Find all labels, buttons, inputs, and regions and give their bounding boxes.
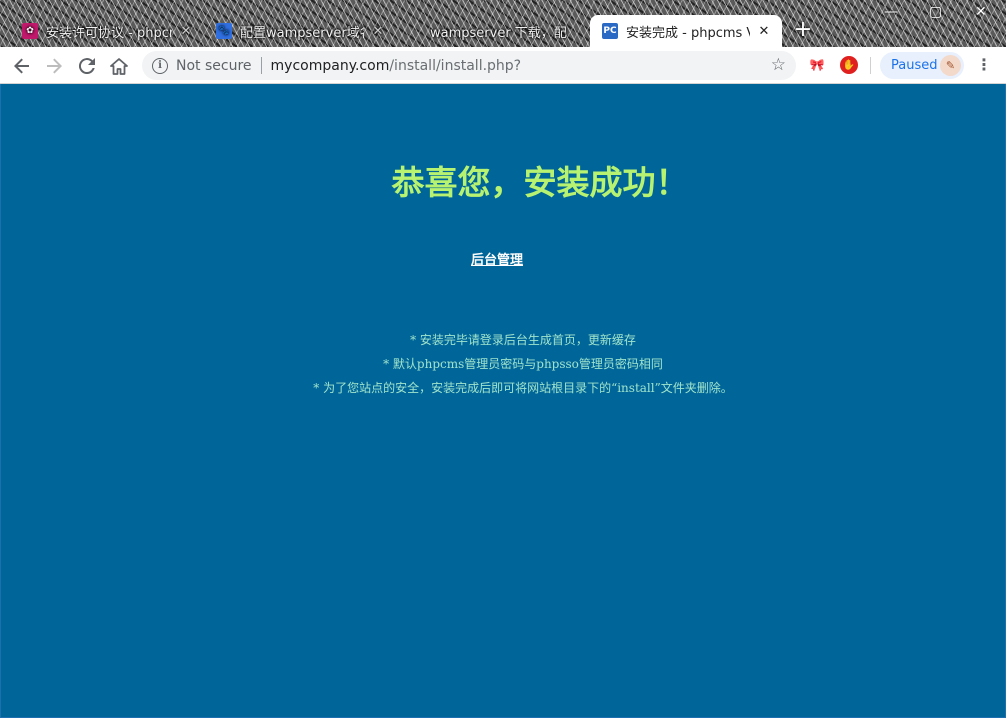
- back-arrow-icon[interactable]: [8, 52, 36, 80]
- note-item: * 安装完毕请登录后台生成首页，更新缓存: [410, 333, 636, 347]
- close-icon[interactable]: ✕: [756, 24, 772, 39]
- more-menu-icon[interactable]: ⋮: [975, 55, 993, 75]
- url-host[interactable]: mycompany.com: [271, 58, 390, 74]
- minimize-icon[interactable]: —: [884, 4, 898, 20]
- address-bar[interactable]: i Not secure mycompany.com/install/insta…: [142, 51, 796, 80]
- tab-wamp-download[interactable]: wampserver 下载，配: [396, 15, 588, 47]
- window-close-icon[interactable]: ✕: [975, 4, 987, 20]
- profile-paused-button[interactable]: Paused ✎: [880, 52, 964, 79]
- page-title: 恭喜您，安装成功！: [391, 163, 689, 202]
- reload-icon[interactable]: [73, 52, 101, 80]
- tab-title: 配置wampserver域名: [240, 25, 364, 41]
- tab-license[interactable]: ✿ 安装许可协议 - phpcm ✕: [10, 15, 204, 47]
- tab-title: 安装许可协议 - phpcm: [46, 25, 172, 41]
- tab-wamp-domain[interactable]: 🐾 配置wampserver域名 ✕: [204, 15, 396, 47]
- toolbar-divider: [870, 57, 871, 74]
- info-icon[interactable]: i: [152, 57, 168, 74]
- forward-arrow-icon[interactable]: [40, 52, 68, 80]
- note-item: * 默认phpcms管理员密码与phpsso管理员密码相同: [383, 357, 663, 371]
- new-tab-button[interactable]: +: [789, 17, 817, 45]
- maximize-icon[interactable]: ▢: [929, 4, 942, 20]
- note-item: * 为了您站点的安全，安装完成后即可将网站根目录下的“install”文件夹删除…: [313, 381, 733, 395]
- bow-extension-icon[interactable]: 🎀: [808, 56, 826, 74]
- address-separator: [260, 57, 262, 74]
- baidu-paw-icon: 🐾: [216, 23, 232, 39]
- security-label[interactable]: Not secure: [176, 58, 252, 74]
- tab-title: wampserver 下载，配: [430, 25, 567, 41]
- phpcms-pink-icon: ✿: [22, 23, 38, 39]
- admin-panel-link[interactable]: 后台管理: [471, 249, 523, 268]
- avatar: ✎: [940, 55, 961, 76]
- browser-toolbar: i Not secure mycompany.com/install/insta…: [0, 47, 1006, 84]
- close-icon[interactable]: ✕: [370, 24, 386, 39]
- tab-install-complete[interactable]: PC 安装完成 - phpcms V9 ✕: [590, 15, 782, 47]
- url-path[interactable]: /install/install.php?: [389, 58, 521, 74]
- tab-strip: ✿ 安装许可协议 - phpcm ✕ 🐾 配置wampserver域名 ✕ wa…: [0, 0, 1006, 47]
- profile-status-label: Paused: [891, 58, 938, 73]
- adblock-extension-icon[interactable]: ✋: [840, 56, 858, 74]
- bookmark-star-icon[interactable]: ☆: [771, 55, 786, 75]
- page-content: 恭喜您，安装成功！ 后台管理 * 安装完毕请登录后台生成首页，更新缓存 * 默认…: [0, 84, 1006, 718]
- phpcms-pc-icon: PC: [602, 23, 618, 39]
- home-icon[interactable]: [105, 52, 133, 80]
- close-icon[interactable]: ✕: [178, 24, 194, 39]
- install-notes: * 安装完毕请登录后台生成首页，更新缓存 * 默认phpcms管理员密码与php…: [1, 328, 1006, 400]
- tab-title: 安装完成 - phpcms V9: [626, 25, 750, 41]
